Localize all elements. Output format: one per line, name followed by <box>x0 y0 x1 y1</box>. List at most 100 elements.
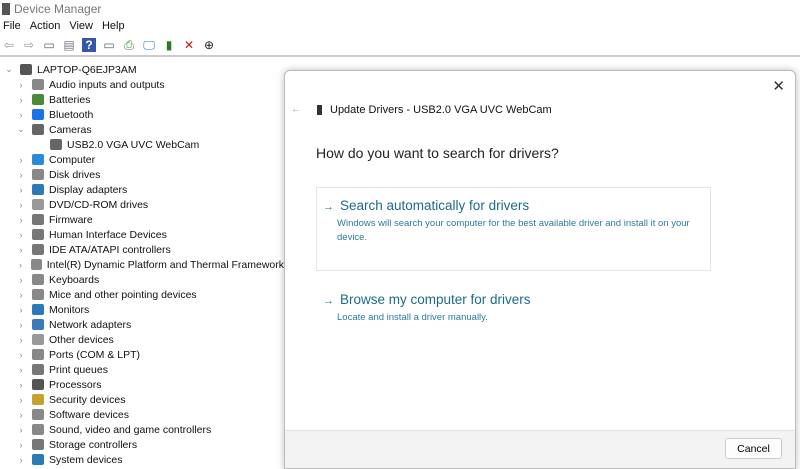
tree-item-label: Print queues <box>49 363 108 376</box>
tree-category-item[interactable]: › Ports (COM & LPT) <box>0 347 284 362</box>
chevron-right-icon[interactable]: › <box>16 260 25 270</box>
chevron-right-icon[interactable]: › <box>16 410 26 420</box>
chevron-right-icon[interactable]: › <box>16 110 26 120</box>
chevron-right-icon[interactable]: › <box>16 350 26 360</box>
webcam-icon <box>317 105 322 115</box>
tree-category-item[interactable]: › Security devices <box>0 392 284 407</box>
properties-icon[interactable]: ▤ <box>62 38 76 52</box>
window-title: Device Manager <box>14 1 102 16</box>
tree-item-label: Bluetooth <box>49 108 94 121</box>
browse-computer-option[interactable]: → Browse my computer for drivers Locate a… <box>316 281 711 336</box>
disable-device-icon[interactable]: ⊕ <box>202 38 216 52</box>
device-category-icon <box>32 154 44 165</box>
window-titlebar: Device Manager <box>0 0 800 17</box>
tree-root[interactable]: ⌄ LAPTOP-Q6EJP3AM <box>0 62 284 77</box>
menu-file[interactable]: File <box>0 20 27 32</box>
close-icon[interactable]: ✕ <box>772 77 785 95</box>
device-category-icon <box>32 229 44 240</box>
chevron-right-icon[interactable]: › <box>16 95 26 105</box>
chevron-right-icon[interactable]: › <box>16 440 26 450</box>
chevron-right-icon[interactable]: › <box>16 275 26 285</box>
chevron-right-icon[interactable]: › <box>16 185 26 195</box>
tree-category-item[interactable]: › Computer <box>0 152 284 167</box>
tree-category-item[interactable]: › Firmware <box>0 212 284 227</box>
tree-category-item[interactable]: › Print queues <box>0 362 284 377</box>
scan-hardware-icon[interactable]: 🖵 <box>142 38 156 52</box>
option-heading[interactable]: Browse my computer for drivers <box>340 292 531 307</box>
tree-category-item[interactable]: › IDE ATA/ATAPI controllers <box>0 242 284 257</box>
dialog-question: How do you want to search for drivers? <box>316 145 559 161</box>
update-driver-icon[interactable]: ⎙ <box>122 38 136 52</box>
tree-item-label: Mice and other pointing devices <box>49 288 197 301</box>
chevron-right-icon[interactable]: › <box>16 425 26 435</box>
tree-item-label: LAPTOP-Q6EJP3AM <box>37 63 137 76</box>
tree-category-item[interactable]: › DVD/CD-ROM drives <box>0 197 284 212</box>
tree-item-label: Cameras <box>49 123 92 136</box>
tree-item-label: IDE ATA/ATAPI controllers <box>49 243 171 256</box>
chevron-right-icon[interactable]: › <box>16 395 26 405</box>
chevron-right-icon[interactable]: › <box>16 200 26 210</box>
chevron-down-icon[interactable]: ⌄ <box>4 64 14 75</box>
tree-category-item[interactable]: › Audio inputs and outputs <box>0 77 284 92</box>
tree-category-item[interactable]: ⌄ Cameras <box>0 122 284 137</box>
tree-category-item[interactable]: › Network adapters <box>0 317 284 332</box>
menu-view[interactable]: View <box>66 20 99 32</box>
chevron-right-icon[interactable]: › <box>16 245 26 255</box>
search-automatically-option[interactable]: → Search automatically for drivers Window… <box>316 187 711 271</box>
show-hide-console-tree-icon[interactable]: ▭ <box>42 38 56 52</box>
menu-help[interactable]: Help <box>99 20 131 32</box>
chevron-right-icon[interactable]: › <box>16 380 26 390</box>
help-icon[interactable]: ? <box>82 38 96 52</box>
tree-item-label: Intel(R) Dynamic Platform and Thermal Fr… <box>46 258 284 271</box>
tree-category-item[interactable]: › Mice and other pointing devices <box>0 287 284 302</box>
tree-category-item[interactable]: › Bluetooth <box>0 107 284 122</box>
tree-category-item[interactable]: › Monitors <box>0 302 284 317</box>
menu-bar: File Action View Help <box>0 17 800 35</box>
chevron-right-icon[interactable]: › <box>16 155 26 165</box>
chevron-right-icon[interactable]: › <box>16 305 26 315</box>
back-arrow-icon[interactable]: ⇦ <box>2 38 16 52</box>
tree-category-item[interactable]: › Storage controllers <box>0 437 284 452</box>
dialog-footer: Cancel <box>285 430 795 468</box>
update-drivers-dialog: ✕ ← Update Drivers - USB2.0 VGA UVC WebC… <box>284 70 796 469</box>
chevron-right-icon[interactable]: › <box>16 80 26 90</box>
chevron-right-icon[interactable]: › <box>16 365 26 375</box>
tree-category-item[interactable]: › Intel(R) Dynamic Platform and Thermal F… <box>0 257 284 272</box>
tree-category-item[interactable]: › Display adapters <box>0 182 284 197</box>
tree-item-label: Batteries <box>49 93 91 106</box>
chevron-down-icon[interactable]: ⌄ <box>16 124 26 135</box>
tree-category-item[interactable]: › System devices <box>0 452 284 467</box>
tree-category-item[interactable]: › Keyboards <box>0 272 284 287</box>
tree-item-label: DVD/CD-ROM drives <box>49 198 149 211</box>
chevron-right-icon[interactable]: › <box>16 230 26 240</box>
tree-category-item[interactable]: › Processors <box>0 377 284 392</box>
tree-device-item[interactable]: USB2.0 VGA UVC WebCam <box>0 137 284 152</box>
option-heading[interactable]: Search automatically for drivers <box>340 198 529 213</box>
enable-device-icon[interactable]: ▮ <box>162 38 176 52</box>
tree-category-item[interactable]: › Disk drives <box>0 167 284 182</box>
device-category-icon <box>32 199 44 210</box>
option-description: Windows will search your computer for th… <box>337 218 690 243</box>
device-category-icon <box>32 334 44 345</box>
menu-action[interactable]: Action <box>27 20 67 32</box>
tree-category-item[interactable]: › Other devices <box>0 332 284 347</box>
tree-category-item[interactable]: › Batteries <box>0 92 284 107</box>
tree-category-item[interactable]: › Sound, video and game controllers <box>0 422 284 437</box>
chevron-right-icon[interactable]: › <box>16 320 26 330</box>
chevron-right-icon[interactable]: › <box>16 170 26 180</box>
dialog-title: Update Drivers - USB2.0 VGA UVC WebCam <box>317 104 552 116</box>
chevron-right-icon[interactable]: › <box>16 455 26 465</box>
chevron-right-icon[interactable]: › <box>16 335 26 345</box>
tree-item-label: Computer <box>49 153 96 166</box>
chevron-right-icon[interactable]: › <box>16 290 26 300</box>
back-arrow-icon[interactable]: ← <box>291 104 301 115</box>
tree-category-item[interactable]: › Human Interface Devices <box>0 227 284 242</box>
device-category-icon <box>32 454 44 465</box>
forward-arrow-icon[interactable]: ⇨ <box>22 38 36 52</box>
device-manager-icon <box>2 2 10 15</box>
chevron-right-icon[interactable]: › <box>16 215 26 225</box>
tree-category-item[interactable]: › Software devices <box>0 407 284 422</box>
action-pane-icon[interactable]: ▭ <box>102 38 116 52</box>
uninstall-device-icon[interactable]: ✕ <box>182 38 196 52</box>
cancel-button[interactable]: Cancel <box>725 438 782 459</box>
